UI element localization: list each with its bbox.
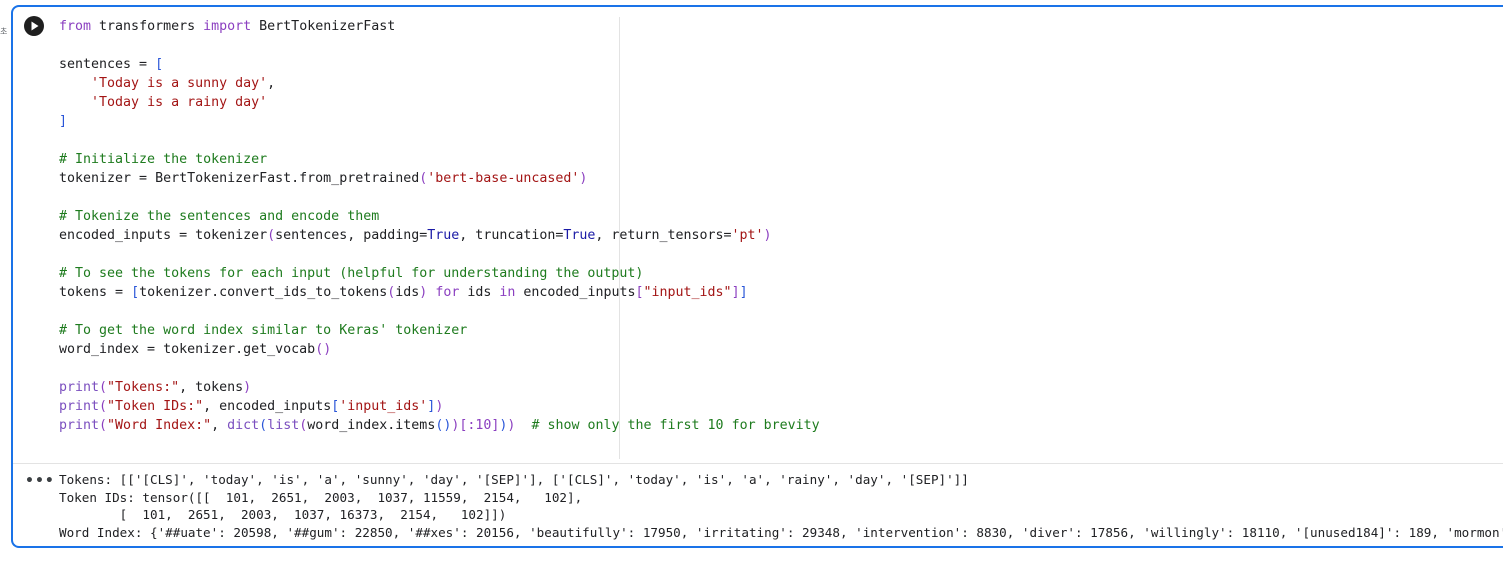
code-token: [ [635, 285, 644, 300]
code-token: , [211, 418, 228, 433]
code-cell[interactable]: from transformers import BertTokenizerFa… [11, 5, 1503, 548]
code-token: transformers [91, 19, 204, 34]
code-token: print [59, 399, 100, 414]
code-token: ( [259, 418, 268, 433]
code-line: from transformers import BertTokenizerFa… [59, 17, 1499, 36]
code-token: ] [731, 285, 740, 300]
code-comment: # show only the first 10 for brevity [531, 418, 820, 433]
code-token: print [59, 380, 100, 395]
code-token: "Tokens:" [107, 380, 180, 395]
code-editor[interactable]: from transformers import BertTokenizerFa… [59, 17, 1499, 457]
run-cell-button[interactable] [24, 16, 44, 36]
code-token: "Token IDs:" [107, 399, 204, 414]
code-token: ] [59, 114, 68, 129]
code-token: ids [459, 285, 500, 300]
code-token: , encoded_inputs [203, 399, 332, 414]
code-token: , truncation= [459, 228, 564, 243]
more-horizontal-icon[interactable]: ••• [25, 473, 55, 489]
code-token: True [563, 228, 596, 243]
code-token: 'Today is a rainy day' [91, 95, 268, 110]
code-line: print("Word Index:", dict(list(word_inde… [59, 416, 1499, 435]
code-token: [:10] [459, 418, 500, 433]
code-line: sentences = [ [59, 55, 1499, 74]
code-token: tokenizer.convert_ids_to_tokens [139, 285, 388, 300]
code-token: list [267, 418, 300, 433]
code-token: tokenizer = BertTokenizerFast.from_pretr… [59, 171, 420, 186]
code-comment: # Initialize the tokenizer [59, 152, 268, 167]
code-token: import [203, 19, 252, 34]
code-token: [ [131, 285, 140, 300]
code-token: () [315, 342, 332, 357]
code-line: print("Token IDs:", encoded_inputs['inpu… [59, 397, 1499, 416]
output-line: Token IDs: tensor([[ 101, 2651, 2003, 10… [59, 489, 583, 505]
code-token: sentences, padding= [275, 228, 428, 243]
code-token: 'pt' [731, 228, 764, 243]
code-line: tokens = [tokenizer.convert_ids_to_token… [59, 283, 1499, 302]
code-token: ) [435, 399, 444, 414]
output-line: Word Index: {'##uate': 20598, '##gum': 2… [59, 524, 1503, 540]
code-token: ] [739, 285, 748, 300]
code-token: "input_ids" [643, 285, 732, 300]
code-token: "Word Index:" [107, 418, 212, 433]
code-comment: # To get the word index similar to Keras… [59, 323, 468, 338]
output-line: Tokens: [['[CLS]', 'today', 'is', 'a', '… [59, 472, 969, 487]
code-token: encoded_inputs [515, 285, 636, 300]
cell-output-divider [13, 463, 1503, 464]
code-token: ( [99, 399, 108, 414]
code-token: ( [99, 380, 108, 395]
code-token: dict [227, 418, 260, 433]
code-token: 'bert-base-uncased' [427, 171, 580, 186]
code-token: sentences = [59, 57, 156, 72]
code-token: BertTokenizerFast [251, 19, 396, 34]
code-token: 'input_ids' [339, 399, 428, 414]
code-token: in [499, 285, 516, 300]
code-comment: # Tokenize the sentences and encode them [59, 209, 380, 224]
code-token: ) [763, 228, 772, 243]
code-line: # Tokenize the sentences and encode them [59, 207, 1499, 226]
code-token: [ [155, 57, 164, 72]
code-token: word_index = tokenizer.get_vocab [59, 342, 316, 357]
code-token: ) [579, 171, 588, 186]
code-line: # Initialize the tokenizer [59, 150, 1499, 169]
play-circle-icon [31, 21, 39, 31]
code-line: word_index = tokenizer.get_vocab() [59, 340, 1499, 359]
code-line: tokenizer = BertTokenizerFast.from_pretr… [59, 169, 1499, 188]
code-token: print [59, 418, 100, 433]
code-token: ( [99, 418, 108, 433]
code-token: 'Today is a sunny day' [91, 76, 268, 91]
code-token: encoded_inputs = tokenizer [59, 228, 268, 243]
code-token: ( [267, 228, 276, 243]
code-line: 'Today is a sunny day', [59, 74, 1499, 93]
code-token: word_index.items [307, 418, 436, 433]
code-token: True [427, 228, 460, 243]
code-line: print("Tokens:", tokens) [59, 378, 1499, 397]
code-token: ) [243, 380, 252, 395]
code-line: ] [59, 112, 1499, 131]
code-line: # To get the word index similar to Keras… [59, 321, 1499, 340]
code-line: encoded_inputs = tokenizer(sentences, pa… [59, 226, 1499, 245]
code-line: # To see the tokens for each input (help… [59, 264, 1499, 283]
cell-output: Tokens: [['[CLS]', 'today', 'is', 'a', '… [59, 471, 1503, 541]
code-line: 'Today is a rainy day' [59, 93, 1499, 112]
execution-count: 초 [0, 27, 8, 36]
code-token: for [427, 285, 460, 300]
code-comment: # To see the tokens for each input (help… [59, 266, 644, 281]
code-token: , [267, 76, 276, 91]
code-token: , return_tensors= [595, 228, 732, 243]
output-line: [ 101, 2651, 2003, 1037, 16373, 2154, 10… [59, 507, 507, 522]
code-token: from [59, 19, 92, 34]
code-token: ids [395, 285, 420, 300]
code-token: () [435, 418, 452, 433]
code-token: , tokens [179, 380, 244, 395]
code-token: tokens = [59, 285, 132, 300]
